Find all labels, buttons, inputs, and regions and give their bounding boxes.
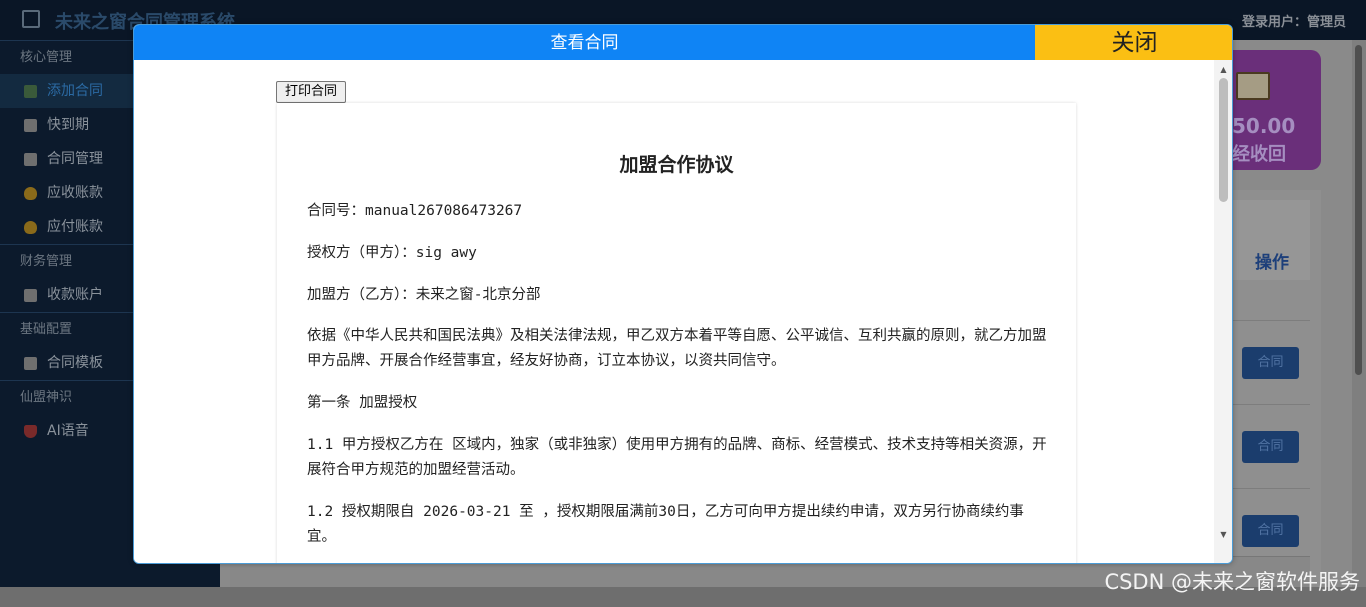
sidebar-item-label: 收款账户 xyxy=(47,287,103,303)
modal-scroll-thumb[interactable] xyxy=(1219,78,1228,202)
sidebar-item-label: 添加合同 xyxy=(47,83,103,99)
sidebar-item-label: 应付账款 xyxy=(47,219,103,235)
contract-button[interactable]: 合同 xyxy=(1242,431,1299,463)
modal-header: 查看合同 关闭 xyxy=(134,25,1232,60)
money-bag-icon xyxy=(24,186,37,200)
row-divider xyxy=(1222,488,1310,489)
row-divider xyxy=(1222,320,1310,321)
contract-document: 加盟合作协议 合同号：manual267086473267 授权方（甲方）：si… xyxy=(277,103,1076,563)
doc-icon xyxy=(24,118,37,132)
scroll-up-arrow-icon[interactable]: ▲ xyxy=(1214,62,1232,78)
article-heading: 第一条 加盟授权 xyxy=(307,395,418,411)
stat-value: 50.00 xyxy=(1232,114,1296,138)
contract-button[interactable]: 合同 xyxy=(1242,347,1299,379)
doc-icon xyxy=(24,288,37,302)
preamble-paragraph: 依据《中华人民共和国民法典》及相关法律法规，甲乙双方本着平等自愿、公平诚信、互利… xyxy=(307,328,1047,369)
app-logo-icon xyxy=(22,10,40,28)
document-title: 加盟合作协议 xyxy=(619,154,734,176)
clause-1-1: 1.1 甲方授权乙方在 区域内，独家（或非独家）使用甲方拥有的品牌、商标、经营模… xyxy=(307,437,1047,478)
view-contract-modal: 查看合同 关闭 打印合同 加盟合作协议 合同号：manual2670864732… xyxy=(133,24,1233,564)
sidebar-item-label: 合同模板 xyxy=(47,355,103,371)
contract-button[interactable]: 合同 xyxy=(1242,515,1299,547)
clause-1-2: 1.2 授权期限自 2026-03-21 至 ，授权期限届满前30日，乙方可向甲… xyxy=(307,504,1024,545)
sidebar-item-label: 合同管理 xyxy=(47,151,103,167)
contract-number: 合同号：manual267086473267 xyxy=(307,203,523,219)
login-user: 登录用户：管理员 xyxy=(1241,15,1346,30)
row-divider xyxy=(1222,404,1310,405)
close-button[interactable]: 关闭 xyxy=(1035,25,1232,60)
party-b: 加盟方（乙方）：未来之窗-北京分部 xyxy=(307,287,541,303)
modal-scrollbar[interactable]: ▲ ▼ xyxy=(1214,60,1232,563)
modal-title: 查看合同 xyxy=(134,25,1035,60)
chart-icon xyxy=(24,84,37,98)
stat-label: 经收回 xyxy=(1232,144,1286,165)
sidebar-item-label: 应收账款 xyxy=(47,185,103,201)
modal-body: 打印合同 加盟合作协议 合同号：manual267086473267 授权方（甲… xyxy=(134,60,1214,563)
doc-icon xyxy=(24,356,37,370)
sidebar-item-label: AI语音 xyxy=(47,423,89,439)
watermark: CSDN @未来之窗软件服务 xyxy=(1104,570,1360,594)
page-scroll-thumb[interactable] xyxy=(1355,45,1362,375)
scroll-down-arrow-icon[interactable]: ▼ xyxy=(1214,527,1232,543)
column-header-operation: 操作 xyxy=(1255,253,1289,273)
doc-icon xyxy=(24,152,37,166)
shield-icon xyxy=(24,424,37,438)
sidebar-item-label: 快到期 xyxy=(47,117,89,133)
money-icon xyxy=(1236,72,1270,100)
print-contract-button[interactable]: 打印合同 xyxy=(276,81,346,103)
party-a: 授权方（甲方）：sig awy xyxy=(307,245,477,261)
money-bag-icon xyxy=(24,220,37,234)
